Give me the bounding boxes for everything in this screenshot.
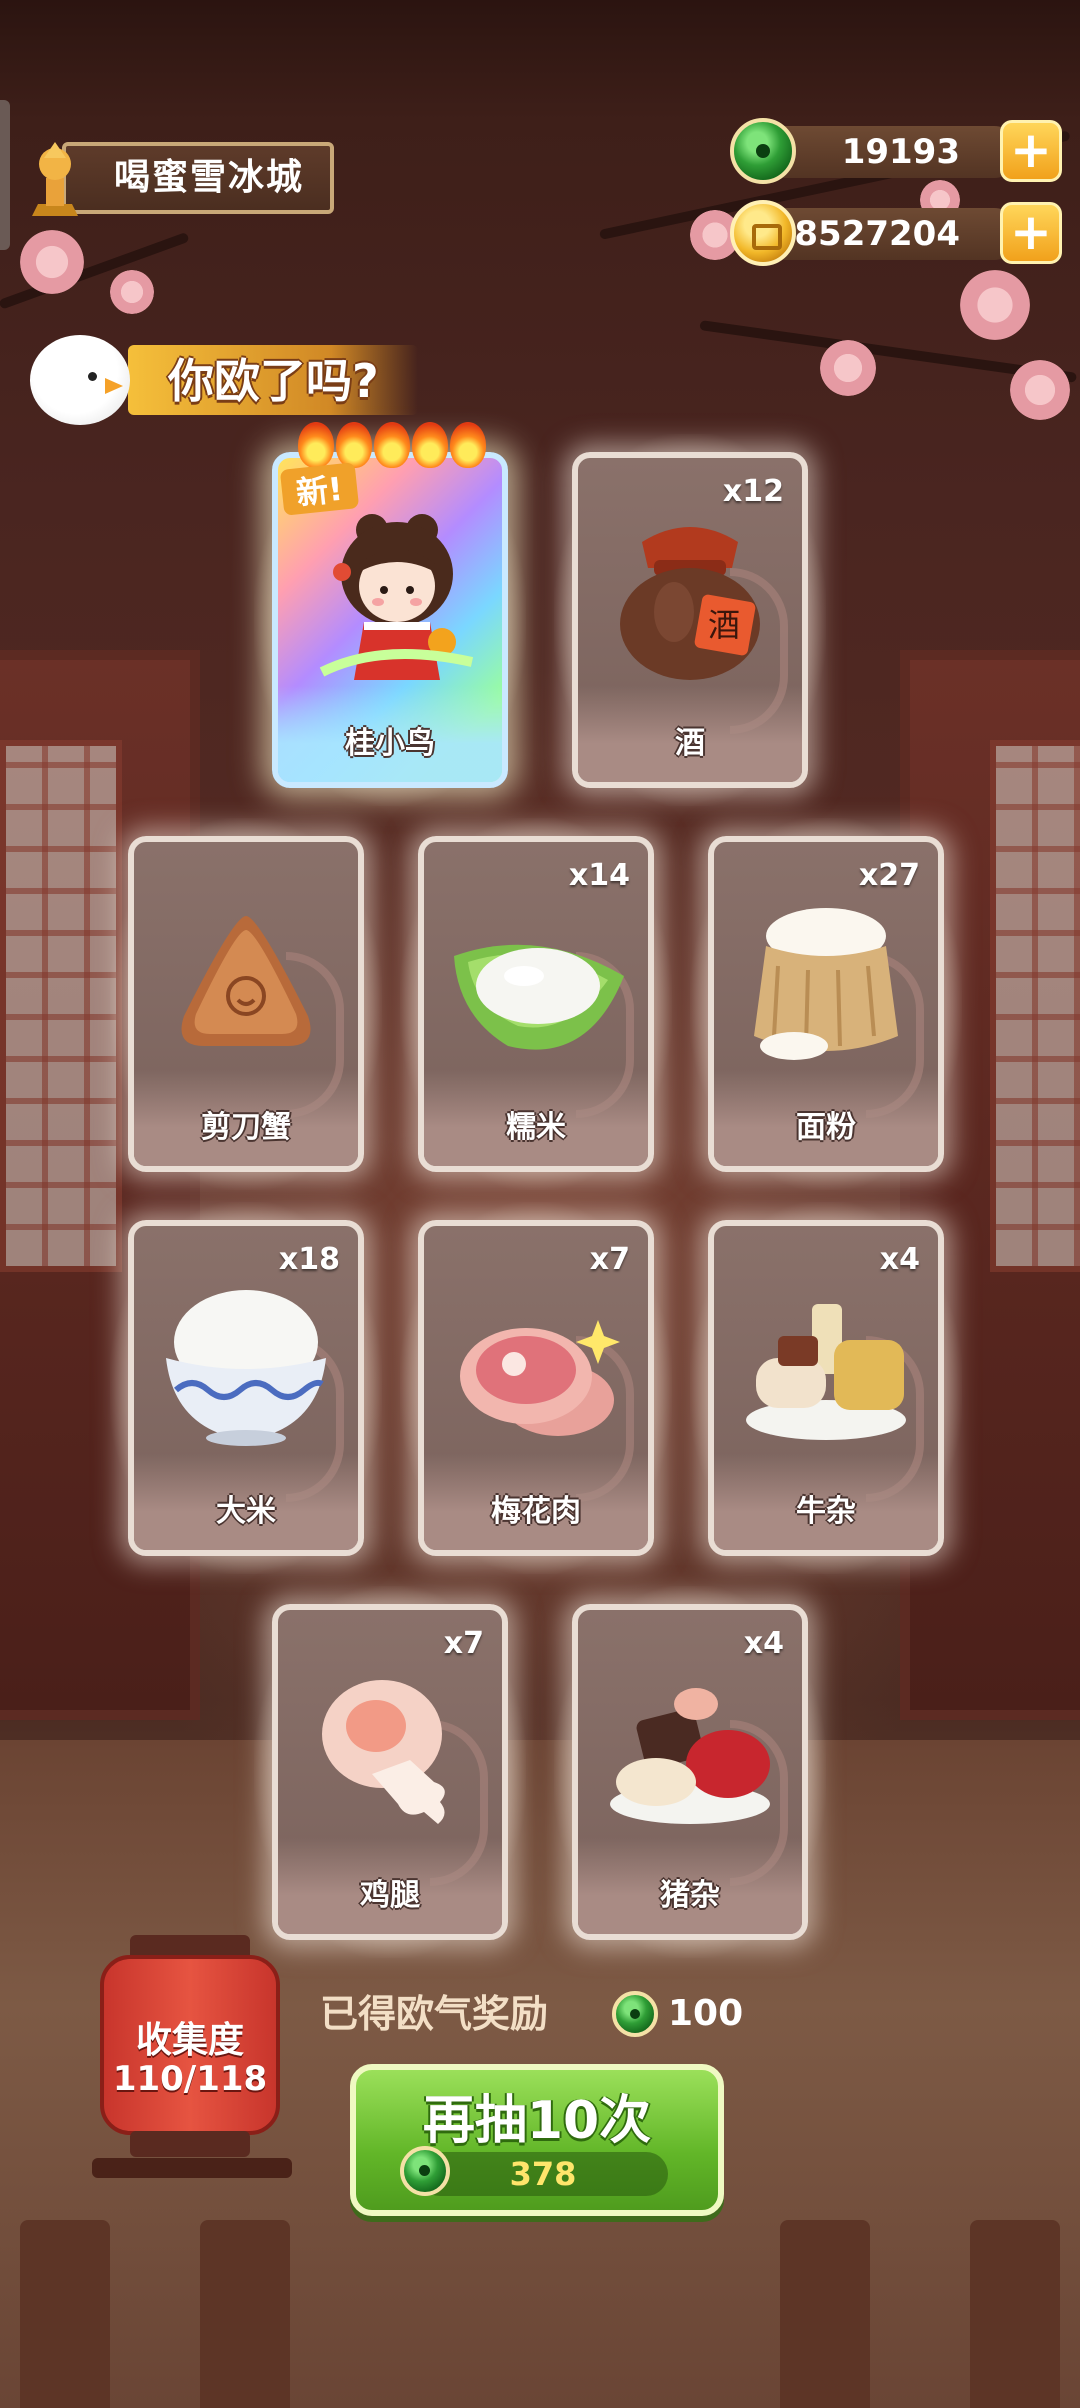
fence-post [20,2220,110,2408]
wine-jar-icon: 酒 [620,527,760,680]
lantern-stand [92,2158,292,2178]
add-jade-button[interactable]: + [1000,120,1062,182]
reward-value: 100 [668,1993,744,2034]
card-quantity: x18 [278,1242,340,1277]
card-name: 面粉 [796,1110,856,1145]
right-lattice-window [990,740,1080,1272]
card-name: 糯米 [506,1110,566,1145]
pork-offal-icon [610,1688,770,1824]
flame-icon [336,422,372,468]
fence-post [780,2220,870,2408]
card-item[interactable]: x12 酒 酒 [554,434,826,806]
card-name: 酒 [675,726,705,761]
card-quantity: x14 [568,858,630,893]
card-featured-character[interactable]: 新! 桂小鸟 [254,422,526,806]
location-plate-background: 喝蜜雪冰城 [62,142,334,214]
jade-icon [612,1991,658,2037]
jade-icon [730,118,796,184]
blossom-flower [110,270,154,314]
card-quantity: x12 [722,474,784,509]
jade-currency: 19193 + [730,118,1070,184]
blossom-flower [1010,360,1070,420]
speech-banner: 你欧了吗? [10,315,430,435]
card-item[interactable]: 剪刀蟹 [110,818,382,1190]
beef-offal-icon [746,1304,906,1440]
side-handle[interactable] [0,100,10,250]
card-item[interactable]: x4 猪杂 [554,1586,826,1958]
collection-progress: 110/118 [112,2059,268,2099]
pork-shoulder-icon [460,1320,620,1436]
flour-sack-icon [754,908,898,1060]
draw-cost: 378 [400,2146,668,2196]
reward-label: 已得欧气奖励 [320,1992,549,2036]
card-item[interactable]: x18 大米 [110,1202,382,1574]
fence-post [200,2220,290,2408]
lantern-base [130,2131,250,2157]
flame-icon [374,422,410,468]
trophy-statue-icon [32,142,78,216]
card-quantity: x7 [443,1626,484,1661]
chicken-leg-icon [322,1680,445,1824]
coin-currency-plate: 8527204 [760,208,1020,260]
add-coin-button[interactable]: + [1000,202,1062,264]
draw-cost-value: 378 [509,2155,577,2193]
draw-again-button[interactable]: 再抽10次 378 [350,2064,724,2216]
card-item[interactable]: x4 牛杂 [690,1202,962,1574]
card-quantity: x7 [589,1242,630,1277]
glutinous-rice-icon [454,944,624,1050]
card-quantity: x27 [858,858,920,893]
collection-label: 收集度 [135,2020,244,2061]
card-item[interactable]: x7 鸡腿 [254,1586,526,1958]
blossom-flower [20,230,84,294]
card-name: 鸡腿 [360,1878,420,1913]
card-name: 大米 [216,1494,276,1529]
coin-amount: 8527204 [794,214,960,254]
card-name: 猪杂 [660,1878,720,1913]
scissor-crab-icon [181,916,311,1046]
card-name: 牛杂 [796,1494,856,1529]
rice-bowl-icon [166,1290,326,1446]
flame-icon [298,422,334,468]
girl-character-icon [319,514,474,680]
card-name: 梅花肉 [491,1494,581,1529]
left-lattice-window [0,740,122,1272]
card-name: 剪刀蟹 [201,1110,291,1145]
card-item[interactable]: x7 梅花肉 [400,1202,672,1574]
card-item[interactable]: x27 面粉 [690,818,962,1190]
new-badge: 新! [279,462,359,516]
flame-icon [450,422,486,468]
rarity-flames [298,422,488,468]
card-item[interactable]: x14 糯米 [400,818,672,1190]
speech-text: 你欧了吗? [168,354,379,408]
luck-reward: 已得欧气奖励 100 [320,1985,760,2043]
card-quantity: x4 [743,1626,784,1661]
fence-post [970,2220,1060,2408]
gacha-result-scene: 喝蜜雪冰城 19193 + 8527204 + 你欧了吗? 新! 桂小鸟 x12… [0,0,1080,2408]
card-quantity: x4 [879,1242,920,1277]
chick-mascot-icon [10,320,140,430]
coin-currency: 8527204 + [730,200,1070,266]
location-plate[interactable]: 喝蜜雪冰城 [22,138,338,220]
jade-amount: 19193 [841,132,960,172]
blossom-flower [960,270,1030,340]
blossom-flower [820,340,876,396]
lantern-body: 收集度 110/118 [100,1955,280,2135]
draw-again-label: 再抽10次 [422,2091,652,2151]
svg-text:酒: 酒 [708,606,740,644]
flame-icon [412,422,448,468]
card-name: 桂小鸟 [345,726,435,761]
jade-currency-plate: 19193 [760,126,1020,178]
collection-lantern[interactable]: 收集度 110/118 [100,1935,280,2165]
coin-icon [730,200,796,266]
location-name: 喝蜜雪冰城 [114,157,305,198]
